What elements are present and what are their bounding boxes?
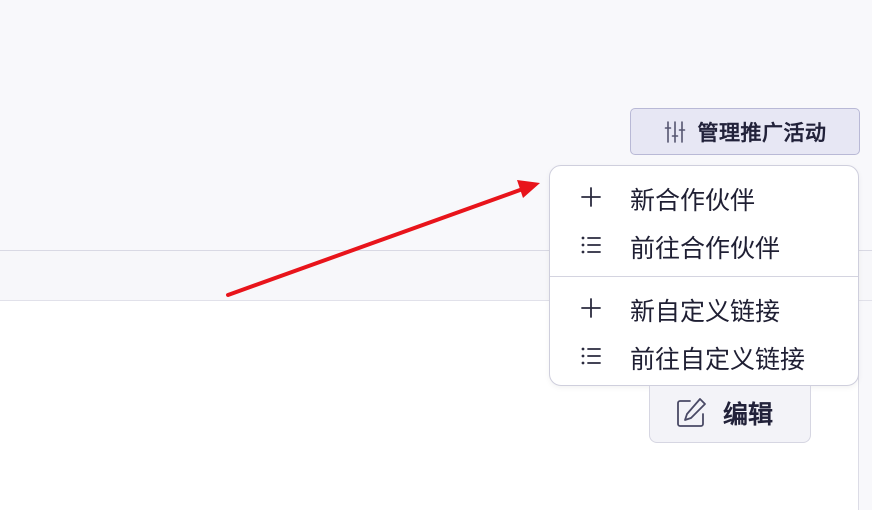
menu-item-label: 前往自定义链接 — [630, 345, 806, 374]
list-icon — [578, 343, 604, 369]
edit-label: 编辑 — [723, 400, 774, 429]
menu-item-go-partners[interactable]: 前往合作伙伴 — [550, 223, 858, 267]
edit-icon — [674, 396, 708, 430]
menu-item-label: 新自定义链接 — [630, 297, 781, 326]
menu-item-new-custom-link[interactable]: 新自定义链接 — [550, 286, 858, 330]
manage-campaigns-button[interactable]: 管理推广活动 — [630, 108, 860, 155]
plus-icon — [578, 295, 604, 321]
manage-campaigns-label: 管理推广活动 — [697, 120, 827, 145]
menu-item-label: 前往合作伙伴 — [630, 234, 781, 263]
app-canvas: 管理推广活动 新合作伙伴 前往合作伙伴 新自定义链接 前往自定义链接 编辑 — [0, 0, 872, 510]
menu-item-label: 新合作伙伴 — [630, 186, 756, 215]
campaign-dropdown-menu: 新合作伙伴 前往合作伙伴 新自定义链接 前往自定义链接 — [549, 165, 859, 386]
list-icon — [578, 232, 604, 258]
sliders-icon — [664, 120, 686, 144]
menu-divider — [550, 276, 858, 277]
edit-button[interactable]: 编辑 — [649, 386, 811, 443]
menu-item-new-partner[interactable]: 新合作伙伴 — [550, 175, 858, 219]
menu-item-go-custom-links[interactable]: 前往自定义链接 — [550, 334, 858, 378]
plus-icon — [578, 184, 604, 210]
